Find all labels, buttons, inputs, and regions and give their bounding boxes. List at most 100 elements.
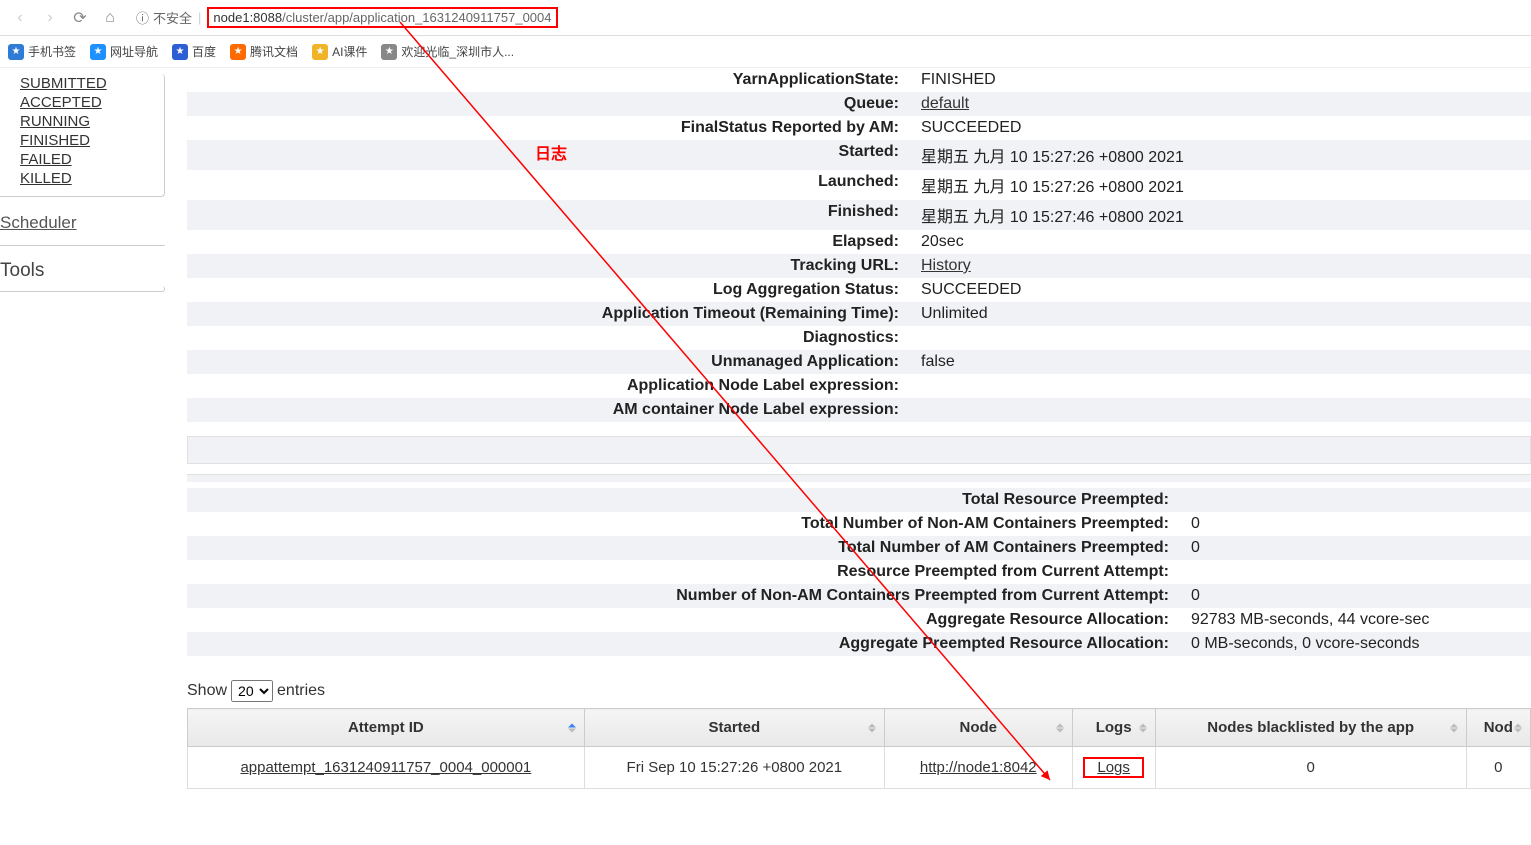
reload-button[interactable]: ⟳ bbox=[68, 6, 92, 30]
datatable-length-control: Show 20 entries bbox=[187, 674, 1531, 708]
bookmark-item[interactable]: ★AI课件 bbox=[312, 43, 367, 60]
sort-icon bbox=[568, 723, 578, 732]
column-header[interactable]: Nodes blacklisted by the app bbox=[1155, 709, 1466, 747]
preempt-value: 0 bbox=[1177, 512, 1531, 536]
address-bar[interactable]: ⓘ 不安全 | node1:8088/cluster/app/applicati… bbox=[128, 4, 1523, 32]
bookmark-item[interactable]: ★网址导航 bbox=[90, 43, 158, 60]
browser-toolbar: ‹ › ⟳ ⌂ ⓘ 不安全 | node1:8088/cluster/app/a… bbox=[0, 0, 1531, 36]
app-info-table: YarnApplicationState:FINISHEDQueue:defau… bbox=[187, 68, 1531, 422]
section-divider bbox=[187, 436, 1531, 464]
attempts-table: Attempt IDStartedNodeLogsNodes blacklist… bbox=[187, 708, 1531, 789]
column-header[interactable]: Started bbox=[584, 709, 884, 747]
bookmarks-bar: ★手机书签 ★网址导航 ★百度 ★腾讯文档 ★AI课件 ★欢迎光临_深圳市人... bbox=[0, 36, 1531, 68]
sidebar-tools-header[interactable]: Tools bbox=[0, 254, 165, 286]
bookmark-item[interactable]: ★百度 bbox=[172, 43, 216, 60]
preempt-label: Aggregate Resource Allocation: bbox=[187, 608, 1177, 632]
page-size-select[interactable]: 20 bbox=[231, 680, 273, 702]
info-label: Queue: bbox=[187, 92, 907, 116]
insecure-label: 不安全 bbox=[153, 8, 192, 27]
preemption-info-table: Total Resource Preempted:Total Number of… bbox=[187, 488, 1531, 656]
info-icon: ⓘ bbox=[136, 8, 149, 27]
annotation-logs-label: 日志 bbox=[535, 140, 567, 164]
info-value: SUCCEEDED bbox=[907, 278, 1531, 302]
sort-icon bbox=[1514, 723, 1524, 732]
logs-highlight-box: Logs bbox=[1083, 757, 1144, 778]
preempt-value: 92783 MB-seconds, 44 vcore-sec bbox=[1177, 608, 1531, 632]
info-label: Application Timeout (Remaining Time): bbox=[187, 302, 907, 326]
sidebar-state-submitted[interactable]: SUBMITTED bbox=[0, 74, 164, 93]
url-path: /cluster/app/application_1631240911757_0… bbox=[282, 10, 551, 25]
logs-link[interactable]: Logs bbox=[1097, 759, 1130, 776]
preempt-label: Total Number of Non-AM Containers Preemp… bbox=[187, 512, 1177, 536]
url-highlight-box: node1:8088/cluster/app/application_16312… bbox=[207, 7, 557, 28]
preempt-value bbox=[1177, 488, 1531, 512]
info-value: default bbox=[907, 92, 1531, 116]
info-label: Tracking URL: bbox=[187, 254, 907, 278]
preempt-value: 0 bbox=[1177, 584, 1531, 608]
sidebar-state-running[interactable]: RUNNING bbox=[0, 112, 164, 131]
info-value: 星期五 九月 10 15:27:26 +0800 2021 bbox=[907, 140, 1531, 170]
column-header[interactable]: Logs bbox=[1072, 709, 1155, 747]
back-button[interactable]: ‹ bbox=[8, 6, 32, 30]
info-value: 20sec bbox=[907, 230, 1531, 254]
info-value: History bbox=[907, 254, 1531, 278]
sort-icon bbox=[1450, 723, 1460, 732]
info-value: 星期五 九月 10 15:27:46 +0800 2021 bbox=[907, 200, 1531, 230]
info-label: Finished: bbox=[187, 200, 907, 230]
bookmark-icon: ★ bbox=[312, 44, 328, 60]
main-content: YarnApplicationState:FINISHEDQueue:defau… bbox=[165, 68, 1531, 845]
bookmark-item[interactable]: ★腾讯文档 bbox=[230, 43, 298, 60]
preempt-label: Number of Non-AM Containers Preempted fr… bbox=[187, 584, 1177, 608]
info-value bbox=[907, 374, 1531, 398]
info-label: FinalStatus Reported by AM: bbox=[187, 116, 907, 140]
home-button[interactable]: ⌂ bbox=[98, 6, 122, 30]
node-link[interactable]: http://node1:8042 bbox=[920, 759, 1037, 776]
nod-cell: 0 bbox=[1466, 747, 1530, 789]
sort-icon bbox=[868, 723, 878, 732]
preempt-label: Total Number of AM Containers Preempted: bbox=[187, 536, 1177, 560]
info-value bbox=[907, 398, 1531, 422]
sidebar-state-failed[interactable]: FAILED bbox=[0, 150, 164, 169]
column-header[interactable]: Node bbox=[884, 709, 1072, 747]
info-label: Log Aggregation Status: bbox=[187, 278, 907, 302]
sidebar-state-accepted[interactable]: ACCEPTED bbox=[0, 93, 164, 112]
blacklisted-cell: 0 bbox=[1155, 747, 1466, 789]
info-value: 星期五 九月 10 15:27:26 +0800 2021 bbox=[907, 170, 1531, 200]
info-label: Elapsed: bbox=[187, 230, 907, 254]
bookmark-icon: ★ bbox=[230, 44, 246, 60]
forward-button[interactable]: › bbox=[38, 6, 62, 30]
info-value: Unlimited bbox=[907, 302, 1531, 326]
bookmark-icon: ★ bbox=[90, 44, 106, 60]
sidebar-state-killed[interactable]: KILLED bbox=[0, 169, 164, 188]
sidebar-scheduler-link[interactable]: Scheduler bbox=[0, 207, 165, 237]
started-cell: Fri Sep 10 15:27:26 +0800 2021 bbox=[584, 747, 884, 789]
attempt-id-link[interactable]: appattempt_1631240911757_0004_000001 bbox=[240, 759, 531, 776]
info-value: false bbox=[907, 350, 1531, 374]
preempt-value: 0 bbox=[1177, 536, 1531, 560]
info-label: Diagnostics: bbox=[187, 326, 907, 350]
column-header[interactable]: Nod bbox=[1466, 709, 1530, 747]
bookmark-item[interactable]: ★手机书签 bbox=[8, 43, 76, 60]
sidebar-state-finished[interactable]: FINISHED bbox=[0, 131, 164, 150]
info-value bbox=[907, 326, 1531, 350]
info-value: SUCCEEDED bbox=[907, 116, 1531, 140]
info-label: AM container Node Label expression: bbox=[187, 398, 907, 422]
sort-icon bbox=[1056, 723, 1066, 732]
preempt-value bbox=[1177, 560, 1531, 584]
info-label: Application Node Label expression: bbox=[187, 374, 907, 398]
sidebar: SUBMITTEDACCEPTEDRUNNINGFINISHEDFAILEDKI… bbox=[0, 68, 165, 845]
preempt-value: 0 MB-seconds, 0 vcore-seconds bbox=[1177, 632, 1531, 656]
bookmark-icon: ★ bbox=[8, 44, 24, 60]
bookmark-icon: ★ bbox=[381, 44, 397, 60]
info-label: Launched: bbox=[187, 170, 907, 200]
bookmark-item[interactable]: ★欢迎光临_深圳市人... bbox=[381, 43, 514, 60]
column-header[interactable]: Attempt ID bbox=[188, 709, 585, 747]
preempt-label: Total Resource Preempted: bbox=[187, 488, 1177, 512]
info-label: YarnApplicationState: bbox=[187, 68, 907, 92]
table-row: appattempt_1631240911757_0004_000001 Fri… bbox=[188, 747, 1531, 789]
bookmark-icon: ★ bbox=[172, 44, 188, 60]
info-value: FINISHED bbox=[907, 68, 1531, 92]
preempt-label: Resource Preempted from Current Attempt: bbox=[187, 560, 1177, 584]
preempt-label: Aggregate Preempted Resource Allocation: bbox=[187, 632, 1177, 656]
security-indicator: ⓘ 不安全 bbox=[136, 8, 192, 27]
